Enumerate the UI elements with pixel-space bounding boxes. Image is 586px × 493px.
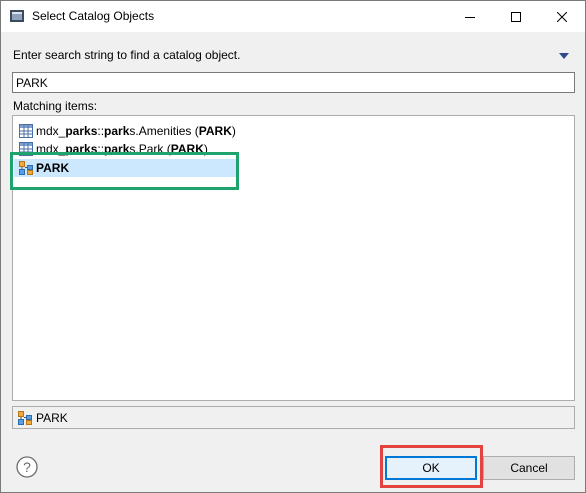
schema-icon xyxy=(19,161,33,175)
minimize-icon xyxy=(465,16,475,18)
ok-button[interactable]: OK xyxy=(385,456,477,480)
close-icon xyxy=(557,11,567,22)
maximize-button[interactable] xyxy=(493,1,539,32)
maximize-icon xyxy=(511,11,521,22)
list-item-selected[interactable]: PARK xyxy=(14,159,236,177)
list-item[interactable]: mdx_parks::parks.Park (PARK) xyxy=(19,140,208,158)
help-icon[interactable]: ? xyxy=(16,456,38,478)
search-prompt: Enter search string to find a catalog ob… xyxy=(13,48,241,62)
cancel-button[interactable]: Cancel xyxy=(483,456,575,480)
title-bar[interactable]: Select Catalog Objects xyxy=(1,1,585,32)
item-text: mdx_parks::parks.Park (PARK) xyxy=(36,142,208,156)
schema-icon xyxy=(18,410,32,425)
svg-text:?: ? xyxy=(23,459,31,475)
window-title: Select Catalog Objects xyxy=(32,9,155,23)
minimize-button[interactable] xyxy=(447,1,493,32)
status-text: PARK xyxy=(36,410,68,425)
table-icon xyxy=(19,142,33,156)
list-item[interactable]: mdx_parks::parks.Amenities (PARK) xyxy=(19,122,236,140)
app-icon xyxy=(10,10,24,22)
item-text: mdx_parks::parks.Amenities (PARK) xyxy=(36,124,236,138)
table-icon xyxy=(19,124,33,138)
dialog-window: Select Catalog Objects Enter search stri… xyxy=(0,0,586,493)
close-button[interactable] xyxy=(539,1,585,32)
matching-items-label: Matching items: xyxy=(13,99,98,113)
item-text: PARK xyxy=(36,161,70,175)
view-menu-chevron-down-icon[interactable] xyxy=(559,53,569,59)
status-field: PARK xyxy=(12,406,575,429)
matching-items-list[interactable]: mdx_parks::parks.Amenities (PARK) mdx_pa… xyxy=(12,115,575,401)
search-input[interactable] xyxy=(12,72,575,93)
